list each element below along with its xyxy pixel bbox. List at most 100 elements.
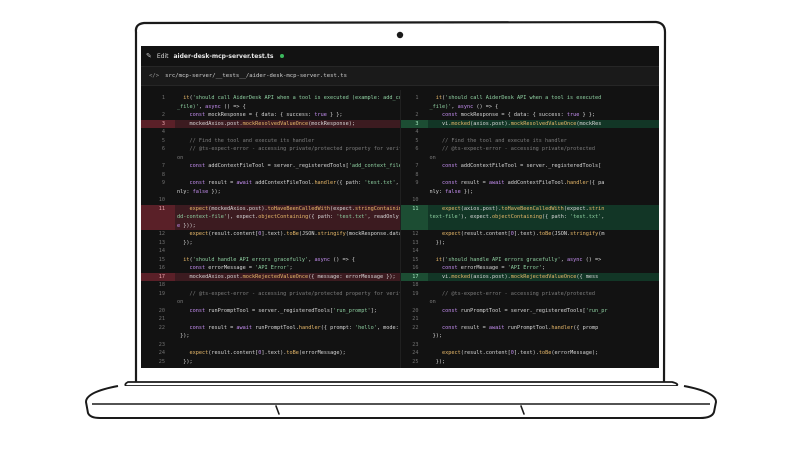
code-token: handler [314,180,337,186]
code-token: }); [177,239,193,246]
diff-line: 21 [141,315,400,324]
code-text: // @ts-expect-error - accessing private/… [428,145,660,154]
code-token: result = [205,180,237,186]
code-token: expect [429,205,461,212]
line-number [141,154,175,163]
code-token: (result.content[ [208,350,259,356]
line-number: 4 [161,129,165,135]
code-token: mockResolvedValueOnce [510,120,577,127]
diff-line-removed: 3 mockedAxios.post.mockResolvedValueOnce… [141,119,400,128]
diff-line: 22 const result = await runPromptTool.ha… [141,324,400,333]
code-token: (JSON. [551,231,571,237]
diff-line: 4 [401,128,660,137]
diff-line: 13 }); [141,239,400,248]
code-text: expect(result.content[0].text).toBe(JSON… [175,230,400,239]
diff-line: 15 it('should handle API errors graceful… [401,256,660,265]
code-text: }); [428,239,660,248]
code-token: const [177,265,206,271]
diff-line: _file)', async () => { [141,103,400,112]
line-number: 7 [161,163,165,169]
code-token: async [205,103,221,110]
diff-line: 12 expect(result.content[0].text).toBe(J… [141,230,400,239]
diff-pane-original[interactable]: 1 it('should call AiderDesk API when a t… [141,90,400,368]
line-number: 16 [412,265,419,271]
code-token: handler [298,324,321,331]
code-token: stringify [570,231,599,237]
code-token: (errorMessage); [551,350,599,356]
diff-line: 9 const result = await addContextFileToo… [401,179,660,188]
code-token: ({ path: [336,180,365,186]
code-token: , readOnly: [367,214,400,220]
code-token: toHaveBeenCalledWith [501,205,564,212]
code-text: expect(result.content[0].text).toBe(JSON… [428,230,660,239]
code-token: runPromptTool = server._registeredTools[ [457,307,586,314]
diff-line: 14 [141,247,400,256]
code-text: const runPromptTool = server._registered… [175,307,400,316]
code-token: mockedAxios.post. [177,273,243,280]
code-token: (mockResponse); [308,120,356,127]
code-token: result = [205,324,237,331]
diff-line: 20 const runPromptTool = server._registe… [141,307,400,316]
line-number: 4 [415,129,419,135]
diff-line-added: 3 vi.mocked(axios.post).mockResolvedValu… [400,119,660,129]
line-number [401,332,428,341]
code-token: ({ pa [588,180,605,186]
diff-line: 14 [401,247,660,256]
line-number: 5 [415,137,419,144]
code-token: }); [460,188,474,195]
diff-line: on [141,154,400,163]
code-text: it('should call AiderDesk API when a too… [428,94,660,103]
code-token: const [177,324,206,331]
diff-line: 4 [141,128,400,137]
diff-line: on [401,298,660,307]
code-token: errorMessage = [457,265,508,271]
code-token: handler [551,324,574,331]
line-number [401,188,428,197]
code-token: } }; [326,112,343,118]
code-token: text-file' [429,214,461,220]
line-number: 23 [158,341,165,348]
diff-line: 12 expect(result.content[0].text).toBe(J… [401,230,660,239]
code-text: vi.mocked(axios.post).mockResolvedValueO… [428,120,660,129]
code-text: const result = await runPromptTool.handl… [428,324,660,333]
pencil-icon: ✎ [146,51,152,60]
code-token: (axios.post). [460,205,502,212]
code-token: const [429,163,458,169]
line-number: 11 [400,204,428,213]
diff-line: nly: false }); [141,188,400,197]
code-token: (expect. [563,205,589,212]
diff-line-removed: 11 expect(mockedAxios.post).toHaveBeenCa… [141,204,400,214]
line-number: 18 [158,282,165,288]
code-text: expect(result.content[0].text).toBe(erro… [428,349,660,358]
diff-pane-modified[interactable]: 1 it('should call AiderDesk API when a t… [399,90,660,368]
code-token: ; [541,265,546,271]
code-token: true [314,112,327,118]
code-text: expect(mockedAxios.post).toHaveBeenCalle… [175,205,399,214]
code-token: (axios.post). [470,120,511,127]
code-token: // @ts-expect-error - accessing private/… [177,290,400,297]
code-token: (mockResponse.data)); [345,231,400,237]
line-number [401,103,428,112]
code-token: objectContaining [491,214,542,220]
code-text: const result = await runPromptTool.handl… [175,324,400,333]
code-token: 'test.txt' [364,180,396,186]
line-number: 13 [412,239,419,246]
line-number: 1 [161,95,165,101]
code-token: ), expect. [460,214,492,220]
code-token: 'should call AiderDesk API when a tool i… [192,95,400,101]
code-token: toBe [286,350,299,356]
line-number: 21 [412,316,419,322]
diff-line: 8 [141,171,400,180]
diff-line: 24 expect(result.content[0].text).toBe(e… [141,349,400,358]
code-text: // Find the tool and execute its handler [175,137,400,146]
code-token: ].text). [513,350,539,356]
diff-line: 23 [401,341,660,350]
diff-line: 23 [141,341,400,350]
diff-line: 5 // Find the tool and execute its handl… [141,137,400,146]
code-token: }); [177,333,190,339]
code-token: expect [429,231,461,237]
